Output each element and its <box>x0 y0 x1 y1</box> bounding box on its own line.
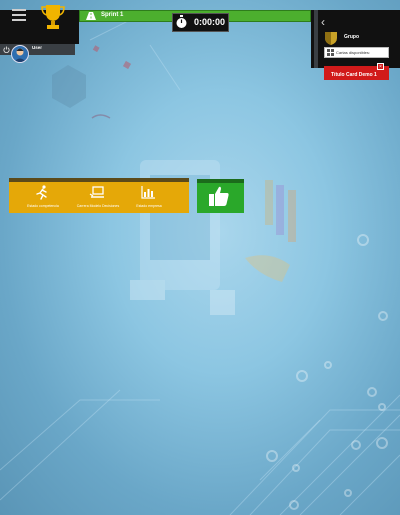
menu-item-label: Carrera Modelo Decisiones <box>76 204 120 208</box>
close-icon[interactable]: × <box>377 63 384 70</box>
card-title: Título Card Demo 1 <box>331 71 377 78</box>
user-name: User <box>32 45 43 50</box>
menu-item-label: Estado competencia <box>27 204 59 208</box>
menu-item-carrera-modelo-decisiones[interactable]: Carrera Modelo Decisiones <box>70 185 126 211</box>
power-icon[interactable] <box>3 46 10 53</box>
hamburger-menu-icon[interactable] <box>12 9 26 23</box>
sprint-label: Sprint 1 <box>101 12 124 18</box>
menu-item-estado-competencia[interactable]: Estado competencia <box>15 185 71 211</box>
shield-icon <box>325 32 337 45</box>
chevron-left-icon[interactable]: ‹ <box>321 15 325 29</box>
running-person-icon <box>36 185 47 200</box>
laptop-icon <box>89 186 104 198</box>
trophy-icon <box>41 5 65 29</box>
user-avatar-icon <box>14 48 26 62</box>
grid-icon <box>327 49 334 56</box>
bar-chart-icon <box>141 186 155 199</box>
menu-item-label: Estado empresa <box>136 204 162 208</box>
road-icon <box>86 12 96 20</box>
stopwatch-icon <box>176 15 187 28</box>
group-label: Grupo <box>344 34 359 40</box>
thumbs-up-icon <box>209 186 229 206</box>
timer-value: 0:00:00 <box>194 17 226 27</box>
available-cards-label: Cartas disponibles: <box>336 49 371 55</box>
avatar[interactable] <box>11 45 29 63</box>
group-panel-divider <box>314 10 318 68</box>
menu-item-estado-empresa[interactable]: Estado empresa <box>121 185 177 211</box>
